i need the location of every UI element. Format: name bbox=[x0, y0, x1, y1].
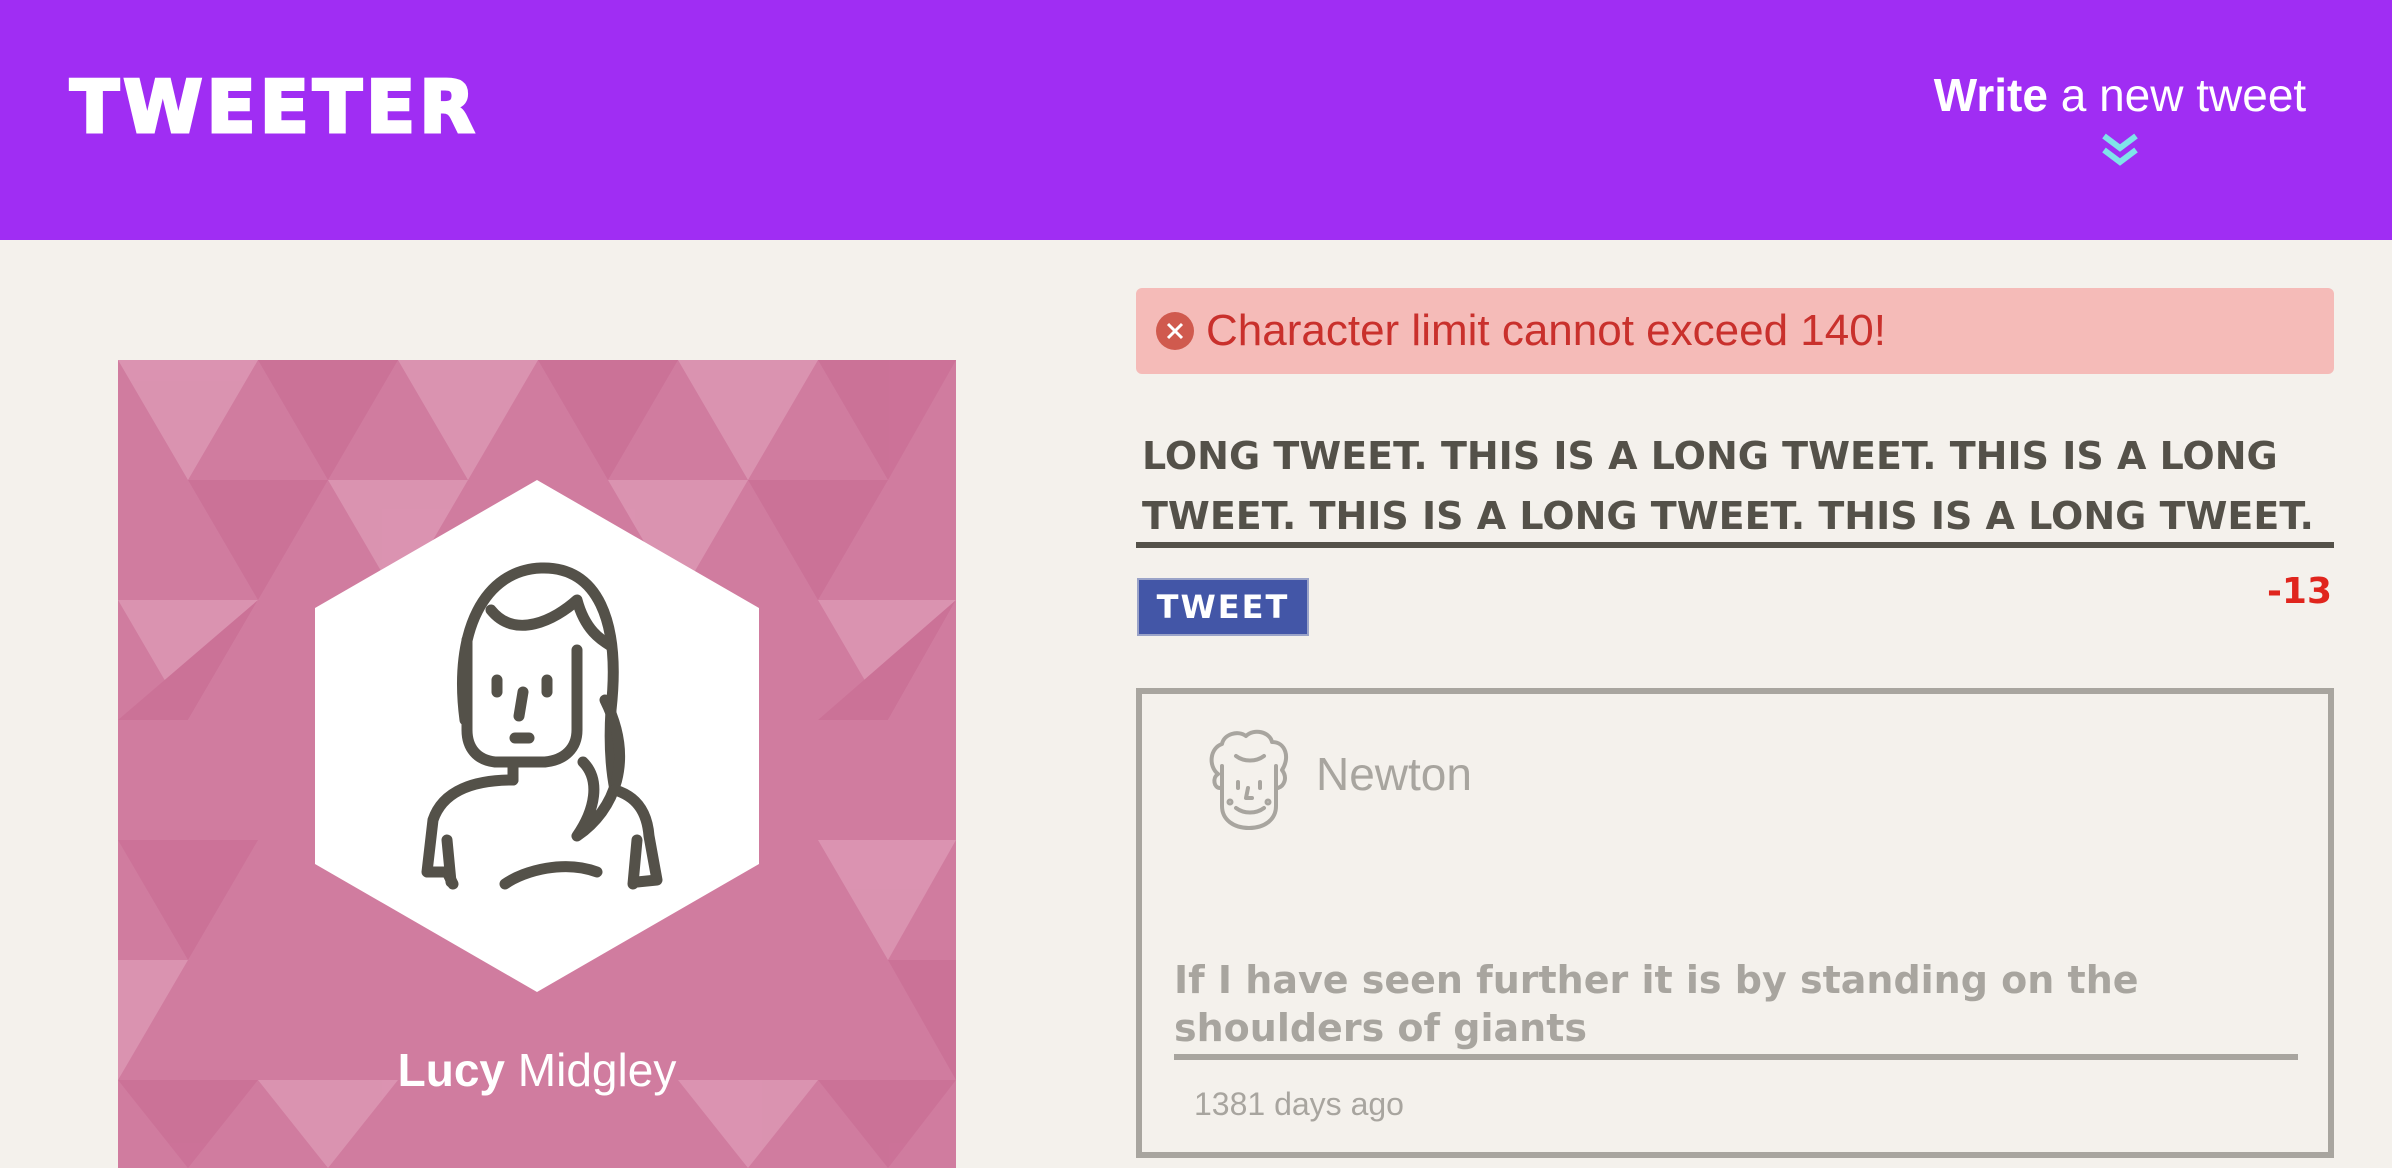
woman-avatar-icon bbox=[315, 480, 759, 992]
man-avatar-icon bbox=[1209, 729, 1289, 830]
profile-first-name: Lucy bbox=[397, 1044, 506, 1096]
tweet-text: If I have seen further it is by standing… bbox=[1174, 956, 2298, 1060]
error-message: Character limit cannot exceed 140! bbox=[1206, 306, 1886, 355]
tweet-card: Newton If I have seen further it is by s… bbox=[1136, 688, 2334, 1158]
brand-logo: TWEETER bbox=[69, 64, 479, 151]
chevron-double-down-icon[interactable] bbox=[2100, 130, 2140, 170]
error-banner: Character limit cannot exceed 140! bbox=[1136, 288, 2334, 374]
top-nav: TWEETER Write a new tweet bbox=[0, 0, 2392, 240]
compose-toggle-label-rest: a new tweet bbox=[2047, 69, 2307, 121]
close-circle-icon bbox=[1156, 312, 1194, 350]
tweet-submit-button[interactable]: TWEET bbox=[1137, 578, 1309, 636]
profile-name: Lucy Midgley bbox=[118, 1040, 956, 1100]
character-counter: -13 bbox=[2266, 571, 2332, 612]
compose-toggle-label-bold: Write bbox=[1933, 69, 2048, 121]
compose-toggle-button[interactable]: Write a new tweet bbox=[1900, 64, 2340, 184]
profile-last-name: Midgley bbox=[505, 1044, 677, 1096]
tweet-author-name: Newton bbox=[1316, 748, 1472, 800]
compose-toggle-label: Write a new tweet bbox=[1900, 64, 2340, 126]
tweet-timestamp: 1381 days ago bbox=[1194, 1086, 1404, 1122]
tweet-textarea[interactable] bbox=[1136, 426, 2334, 548]
profile-card: Lucy Midgley bbox=[118, 360, 956, 1168]
